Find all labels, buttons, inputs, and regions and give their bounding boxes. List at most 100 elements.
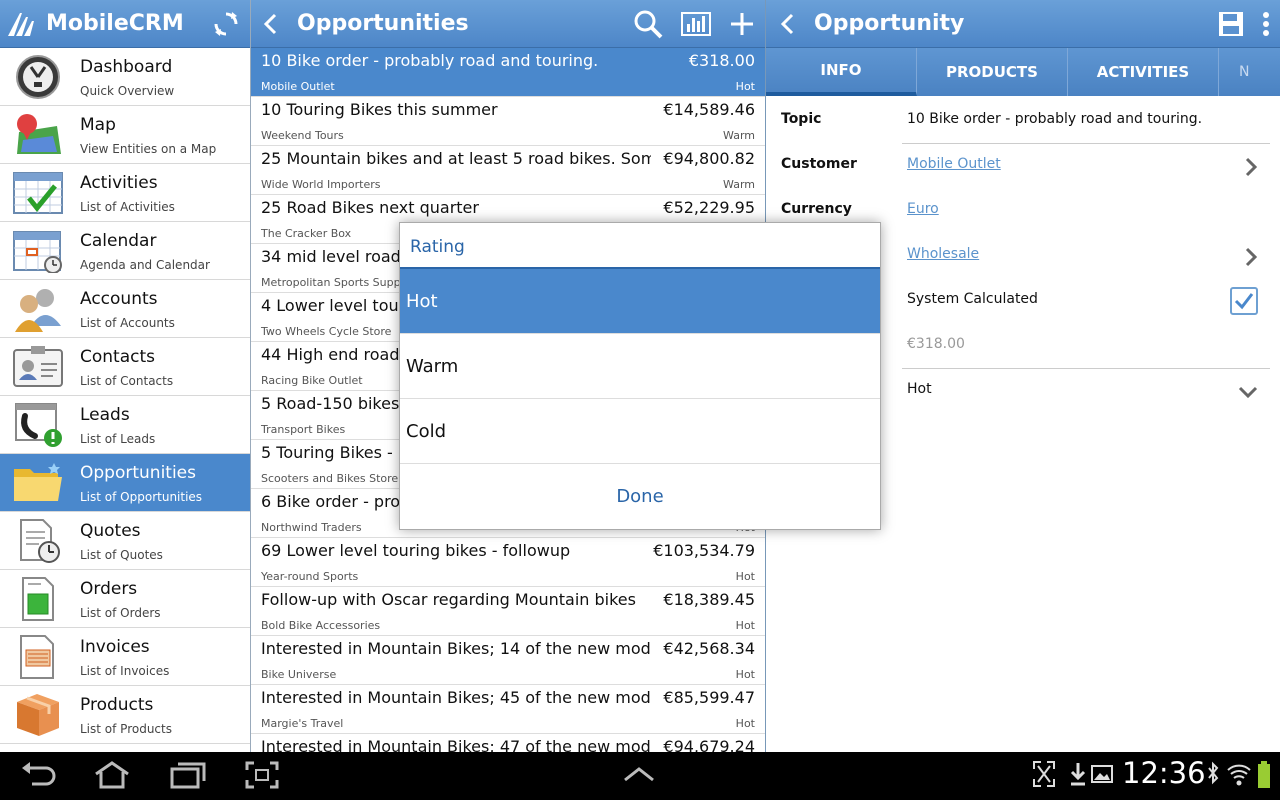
list-item[interactable]: 10 Touring Bikes this summer €14,589.46 We… xyxy=(251,97,765,146)
nav-item-activities[interactable]: Activities List of Activities xyxy=(0,164,250,222)
list-item[interactable]: Interested in Mountain Bikes; 14 of the … xyxy=(251,636,765,685)
rating-dialog: Rating Hot Warm Cold Done xyxy=(399,222,881,530)
rating-option-cold[interactable]: Cold xyxy=(400,399,880,464)
opportunity-customer: Metropolitan Sports Supply xyxy=(261,276,411,289)
list-item[interactable]: Interested in Mountain Bikes; 47 of the … xyxy=(251,734,765,752)
nav-title: Products xyxy=(80,694,154,715)
opportunity-amount: €42,568.34 xyxy=(663,639,755,658)
system-calculated-checkbox[interactable] xyxy=(1230,287,1258,315)
list-item[interactable]: 69 Lower level touring bikes - followup €… xyxy=(251,538,765,587)
detail-title: Opportunity xyxy=(814,11,965,36)
done-button[interactable]: Done xyxy=(400,464,880,528)
opportunity-topic: 10 Bike order - probably road and tourin… xyxy=(261,51,599,70)
activities-icon xyxy=(12,169,64,217)
list-item[interactable]: Interested in Mountain Bikes; 45 of the … xyxy=(251,685,765,734)
revenue-value: €318.00 xyxy=(907,336,965,352)
chevron-down-icon[interactable] xyxy=(1238,385,1258,399)
nav-title: Dashboard xyxy=(80,56,173,77)
nav-item-orders[interactable]: Orders List of Orders xyxy=(0,570,250,628)
mobilecrm-logo-icon xyxy=(8,12,34,36)
detail-tabs: INFO PRODUCTS ACTIVITIES N xyxy=(766,48,1280,96)
nav-item-dashboard[interactable]: Dashboard Quick Overview xyxy=(0,48,250,106)
opportunity-rating: Hot xyxy=(735,80,755,93)
nav-subtitle: List of Products xyxy=(80,721,172,736)
chevron-right-icon[interactable] xyxy=(1244,157,1258,177)
orders-icon xyxy=(12,575,64,623)
chevron-right-icon[interactable] xyxy=(1244,247,1258,267)
back-chevron-icon[interactable] xyxy=(259,12,283,36)
battery-icon xyxy=(1258,761,1270,788)
nav-item-map[interactable]: Map View Entities on a Map xyxy=(0,106,250,164)
nav-title: Opportunities xyxy=(80,462,196,483)
nav-item-invoices[interactable]: Invoices List of Invoices xyxy=(0,628,250,686)
products-box-icon xyxy=(12,691,64,739)
add-icon[interactable] xyxy=(729,11,755,37)
opportunity-topic: 4 Lower level tourin xyxy=(261,296,420,315)
list-item[interactable]: 10 Bike order - probably road and tourin… xyxy=(251,48,765,97)
nav-item-quotes[interactable]: Quotes List of Quotes xyxy=(0,512,250,570)
nav-subtitle: List of Orders xyxy=(80,605,161,620)
tab-products[interactable]: PRODUCTS xyxy=(917,48,1068,96)
home-icon[interactable] xyxy=(92,760,132,790)
nav-title: Quotes xyxy=(80,520,141,541)
leads-icon xyxy=(12,401,64,449)
tab-activities[interactable]: ACTIVITIES xyxy=(1068,48,1219,96)
nav-subtitle: List of Leads xyxy=(80,431,156,446)
opportunity-topic: 5 Road-150 bikes. N xyxy=(261,394,422,413)
nav-header: MobileCRM xyxy=(0,0,250,48)
opportunity-amount: €14,589.46 xyxy=(663,100,755,119)
opportunity-customer: Mobile Outlet xyxy=(261,80,335,93)
customer-field[interactable]: Customer Mobile Outlet xyxy=(766,144,1280,189)
nav-title: Activities xyxy=(80,172,158,193)
opportunity-rating: Hot xyxy=(735,668,755,681)
dashboard-icon xyxy=(12,53,64,101)
navigation-panel: MobileCRM Dashboard Quick Overview Map V… xyxy=(0,0,250,752)
nav-item-products[interactable]: Products List of Products xyxy=(0,686,250,744)
list-item[interactable]: 25 Mountain bikes and at least 5 road bi… xyxy=(251,146,765,195)
tab-more[interactable]: N xyxy=(1219,48,1249,96)
currency-link[interactable]: Euro xyxy=(907,201,939,217)
nav-subtitle: List of Activities xyxy=(80,199,175,214)
download-icon xyxy=(1070,763,1086,786)
nav-subtitle: Agenda and Calendar xyxy=(80,257,210,272)
back-chevron-icon[interactable] xyxy=(776,12,800,36)
nav-item-calendar[interactable]: Calendar Agenda and Calendar xyxy=(0,222,250,280)
chart-icon[interactable] xyxy=(681,11,711,36)
customer-link[interactable]: Mobile Outlet xyxy=(907,156,1001,172)
topic-field[interactable]: Topic 10 Bike order - probably road and … xyxy=(766,99,1280,144)
opportunity-customer: Bold Bike Accessories xyxy=(261,619,381,632)
opportunity-amount: €318.00 xyxy=(688,51,755,70)
nav-item-accounts[interactable]: Accounts List of Accounts xyxy=(0,280,250,338)
pricelist-link[interactable]: Wholesale xyxy=(907,246,979,262)
search-icon[interactable] xyxy=(633,9,663,39)
customer-label: Customer xyxy=(781,156,857,172)
opportunity-customer: Margie's Travel xyxy=(261,717,344,730)
opportunity-rating: Hot xyxy=(735,619,755,632)
save-icon[interactable] xyxy=(1218,11,1244,37)
map-icon xyxy=(12,111,64,159)
topic-label: Topic xyxy=(781,111,822,127)
rating-option-hot[interactable]: Hot xyxy=(400,269,880,334)
opportunities-folder-icon xyxy=(12,459,64,507)
overflow-menu-icon[interactable] xyxy=(1262,11,1270,37)
dialog-title: Rating xyxy=(400,223,880,269)
opportunity-topic: 69 Lower level touring bikes - followup xyxy=(261,541,571,560)
recent-apps-icon[interactable] xyxy=(168,760,208,790)
opportunity-topic: 34 mid level road bi xyxy=(261,247,421,266)
screenshot-icon[interactable] xyxy=(244,760,280,790)
refresh-icon[interactable] xyxy=(212,10,240,38)
list-item[interactable]: Follow-up with Oscar regarding Mountain … xyxy=(251,587,765,636)
nav-item-contacts[interactable]: Contacts List of Contacts xyxy=(0,338,250,396)
detail-header: Opportunity xyxy=(766,0,1280,48)
back-icon[interactable] xyxy=(20,760,56,790)
nav-item-opportunities[interactable]: Opportunities List of Opportunities xyxy=(0,454,250,512)
nav-title: Orders xyxy=(80,578,138,599)
nav-title: Leads xyxy=(80,404,130,425)
nav-title: Map xyxy=(80,114,116,135)
tab-info[interactable]: INFO xyxy=(766,48,917,96)
app-root: MobileCRM Dashboard Quick Overview Map V… xyxy=(0,0,1280,800)
rating-option-warm[interactable]: Warm xyxy=(400,334,880,399)
expand-up-icon[interactable] xyxy=(622,766,656,782)
opportunity-rating: Hot xyxy=(735,717,755,730)
nav-item-leads[interactable]: Leads List of Leads xyxy=(0,396,250,454)
